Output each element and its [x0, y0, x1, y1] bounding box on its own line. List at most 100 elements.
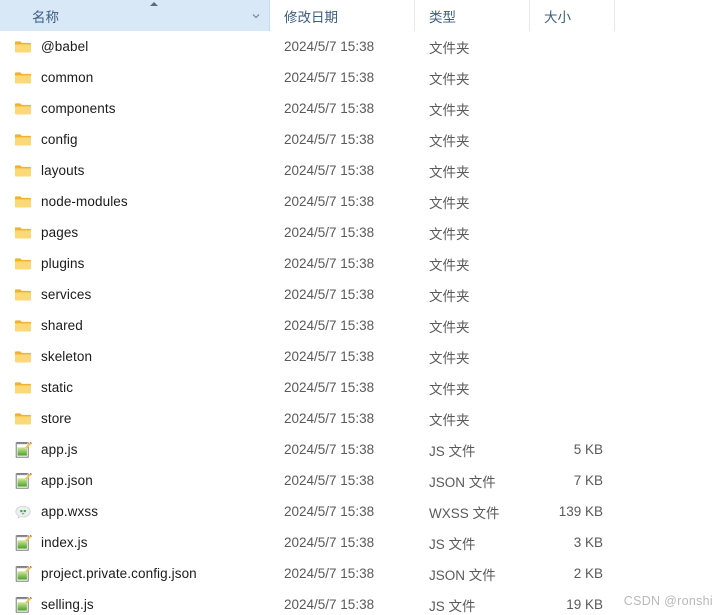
file-name-label: store	[41, 411, 72, 426]
table-row[interactable]: layouts 2024/5/7 15:38 文件夹	[0, 155, 722, 186]
cell-date: 2024/5/7 15:38	[284, 70, 375, 85]
cell-type: JS 文件	[429, 443, 476, 459]
cell-date: 2024/5/7 15:38	[284, 287, 375, 302]
cell-name: pages	[0, 217, 270, 248]
file-explorer-list-view: 名称 修改日期 类型 大小 @babel 2024/5/7 15:38 文件夹 …	[0, 0, 722, 615]
column-header-type[interactable]: 类型	[415, 0, 530, 31]
table-row[interactable]: common 2024/5/7 15:38 文件夹	[0, 62, 722, 93]
file-name-label: components	[41, 101, 116, 116]
cell-date: 2024/5/7 15:38	[284, 163, 375, 178]
cell-name: selling.js	[0, 589, 270, 615]
cell-size: 3 KB	[573, 535, 603, 550]
table-row[interactable]: services 2024/5/7 15:38 文件夹	[0, 279, 722, 310]
cell-date: 2024/5/7 15:38	[284, 39, 375, 54]
cell-type: JS 文件	[429, 536, 476, 552]
table-row[interactable]: components 2024/5/7 15:38 文件夹	[0, 93, 722, 124]
cell-filler	[615, 558, 722, 589]
cell-type: 文件夹	[429, 195, 470, 211]
table-row[interactable]: skeleton 2024/5/7 15:38 文件夹	[0, 341, 722, 372]
watermark: CSDN @ronshi	[623, 594, 713, 608]
cell-name: config	[0, 124, 270, 155]
cell-size: 2 KB	[573, 566, 603, 581]
table-row[interactable]: node-modules 2024/5/7 15:38 文件夹	[0, 186, 722, 217]
file-name-label: app.js	[41, 442, 78, 457]
cell-filler	[615, 248, 722, 279]
cell-filler	[615, 124, 722, 155]
table-row[interactable]: project.private.config.json 2024/5/7 15:…	[0, 558, 722, 589]
notepad-icon	[14, 472, 32, 490]
cell-name: app.js	[0, 434, 270, 465]
table-row[interactable]: app.json 2024/5/7 15:38 JSON 文件 7 KB	[0, 465, 722, 496]
column-header-date[interactable]: 修改日期	[270, 0, 415, 31]
file-name-label: @babel	[41, 39, 89, 54]
table-row[interactable]: shared 2024/5/7 15:38 文件夹	[0, 310, 722, 341]
cell-name: app.wxss	[0, 496, 270, 527]
notepad-icon	[14, 596, 32, 614]
folder-icon	[14, 224, 32, 242]
cell-name: index.js	[0, 527, 270, 558]
column-header-name-label: 名称	[32, 9, 59, 25]
cell-filler	[615, 155, 722, 186]
file-name-label: plugins	[41, 256, 85, 271]
folder-icon	[14, 410, 32, 428]
cell-name: components	[0, 93, 270, 124]
cell-name: app.json	[0, 465, 270, 496]
folder-icon	[14, 193, 32, 211]
cell-name: project.private.config.json	[0, 558, 270, 589]
column-header-name[interactable]: 名称	[0, 0, 270, 31]
cell-date: 2024/5/7 15:38	[284, 535, 375, 550]
cell-type: 文件夹	[429, 350, 470, 366]
file-name-label: shared	[41, 318, 83, 333]
cell-date: 2024/5/7 15:38	[284, 380, 375, 395]
table-row[interactable]: pages 2024/5/7 15:38 文件夹	[0, 217, 722, 248]
file-name-label: common	[41, 70, 94, 85]
cell-name: plugins	[0, 248, 270, 279]
table-row[interactable]: index.js 2024/5/7 15:38 JS 文件 3 KB	[0, 527, 722, 558]
cell-date: 2024/5/7 15:38	[284, 132, 375, 147]
caret-up-icon	[150, 2, 158, 6]
cell-type: JSON 文件	[429, 474, 496, 490]
cell-size	[530, 124, 615, 155]
column-header-size[interactable]: 大小	[530, 0, 615, 31]
file-name-label: layouts	[41, 163, 85, 178]
cell-date: 2024/5/7 15:38	[284, 566, 375, 581]
cell-date: 2024/5/7 15:38	[284, 256, 375, 271]
file-name-label: index.js	[41, 535, 88, 550]
cell-size	[530, 155, 615, 186]
wxss-icon	[14, 503, 32, 521]
cell-date: 2024/5/7 15:38	[284, 349, 375, 364]
cell-name: node-modules	[0, 186, 270, 217]
notepad-icon	[14, 441, 32, 459]
cell-filler	[615, 217, 722, 248]
cell-filler	[615, 186, 722, 217]
table-row[interactable]: @babel 2024/5/7 15:38 文件夹	[0, 31, 722, 62]
table-row[interactable]: static 2024/5/7 15:38 文件夹	[0, 372, 722, 403]
table-row[interactable]: config 2024/5/7 15:38 文件夹	[0, 124, 722, 155]
column-header-type-label: 类型	[429, 9, 456, 25]
column-header-filler	[615, 0, 722, 31]
table-row[interactable]: app.js 2024/5/7 15:38 JS 文件 5 KB	[0, 434, 722, 465]
cell-date: 2024/5/7 15:38	[284, 473, 375, 488]
cell-filler	[615, 434, 722, 465]
cell-size	[530, 341, 615, 372]
table-row[interactable]: app.wxss 2024/5/7 15:38 WXSS 文件 139 KB	[0, 496, 722, 527]
file-name-label: node-modules	[41, 194, 128, 209]
table-row[interactable]: store 2024/5/7 15:38 文件夹	[0, 403, 722, 434]
file-name-label: project.private.config.json	[41, 566, 197, 581]
cell-size	[530, 279, 615, 310]
cell-name: shared	[0, 310, 270, 341]
folder-icon	[14, 38, 32, 56]
cell-filler	[615, 93, 722, 124]
cell-size	[530, 93, 615, 124]
cell-size: 7 KB	[573, 473, 603, 488]
folder-icon	[14, 348, 32, 366]
cell-size	[530, 248, 615, 279]
table-row[interactable]: selling.js 2024/5/7 15:38 JS 文件 19 KB	[0, 589, 722, 615]
cell-name: store	[0, 403, 270, 434]
file-name-label: selling.js	[41, 597, 94, 612]
table-row[interactable]: plugins 2024/5/7 15:38 文件夹	[0, 248, 722, 279]
cell-type: JSON 文件	[429, 567, 496, 583]
cell-date: 2024/5/7 15:38	[284, 442, 375, 457]
cell-name: @babel	[0, 31, 270, 62]
chevron-down-icon[interactable]	[251, 11, 261, 21]
